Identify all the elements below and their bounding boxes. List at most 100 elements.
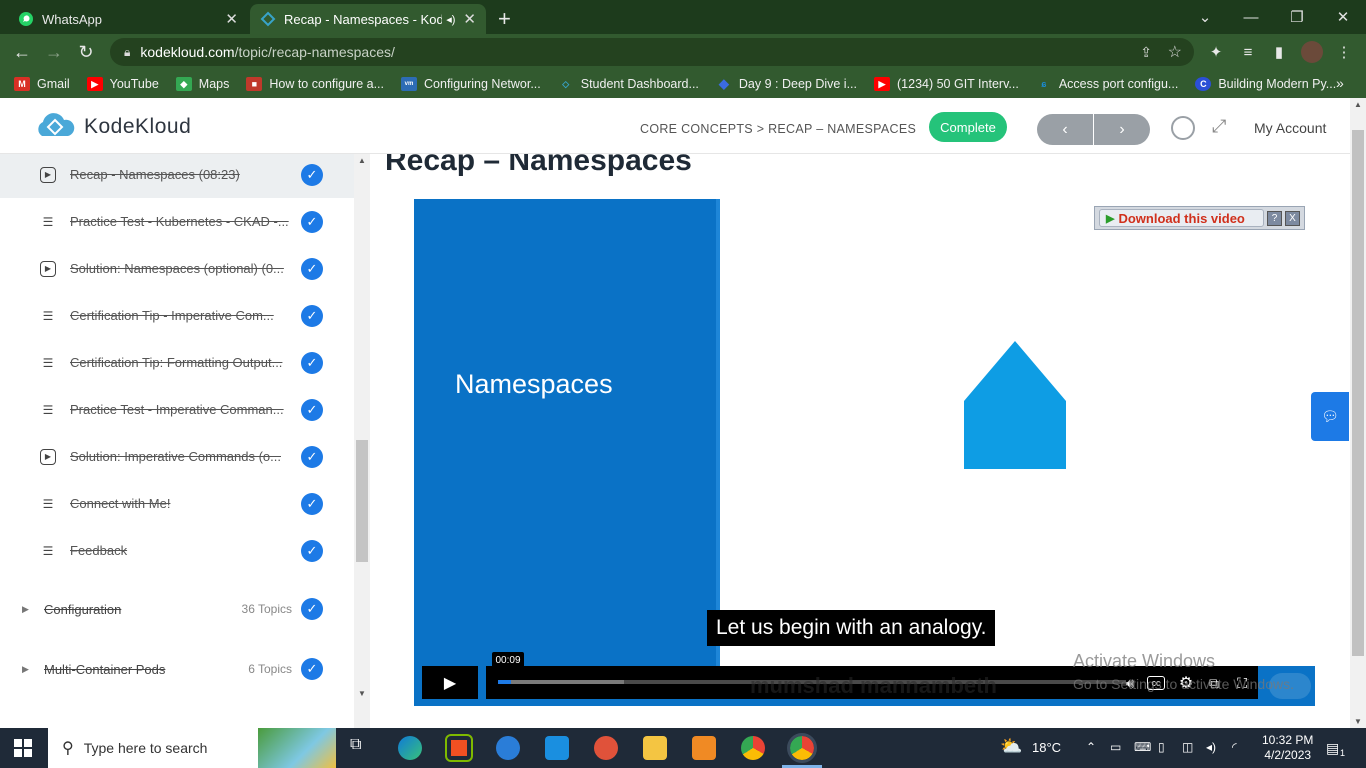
restore-button[interactable]: ❐ [1274,0,1320,34]
lesson-item[interactable]: ▶ Recap - Namespaces (08:23) ✓ [0,151,354,198]
clock[interactable]: 10:32 PM 4/2/2023 [1262,733,1313,763]
speaker-icon[interactable]: ◂) [446,13,455,26]
lesson-item[interactable]: ☰ Certification Tip: Formatting Output..… [0,339,354,386]
taskbar-search-box[interactable]: ⚲ Type here to search [48,728,336,768]
play-button[interactable]: ▶ [422,666,478,699]
media-control-icon[interactable]: ≡ [1234,38,1262,66]
battery-icon[interactable]: ▭ [1110,740,1121,754]
fullscreen-expand-icon[interactable]: ⤢ [1212,116,1226,137]
my-account-link[interactable]: My Account [1254,120,1326,136]
tab-search-icon[interactable]: ⌄ [1182,0,1228,34]
device-icon[interactable]: ▯ [1158,740,1165,754]
bookmarks-overflow-icon[interactable]: » [1336,75,1344,91]
text-lesson-icon: ☰ [42,308,54,323]
video-player[interactable]: Namespaces ▶ Download this video ? X Let … [414,199,1315,706]
lesson-title: Certification Tip - Imperative Com... [70,308,274,323]
bookmark-star-icon[interactable]: ☆ [1168,42,1182,62]
close-window-button[interactable]: ✕ [1320,0,1366,34]
microsoft-store-icon[interactable] [445,734,473,762]
windows-start-icon[interactable] [14,739,32,757]
text-lesson-icon: ☰ [42,543,54,558]
bookmark-item[interactable]: ◆ Maps [175,77,229,91]
kodekloud-logo[interactable]: KodeKloud [34,112,191,142]
close-tab-icon[interactable]: ✕ [463,10,476,28]
chat-feedback-button[interactable]: 💬︎ [1311,392,1349,441]
close-download-button[interactable]: X [1285,210,1300,226]
download-video-button[interactable]: ▶ Download this video [1099,209,1264,227]
chrome-menu-icon[interactable]: ⋮ [1330,38,1358,66]
chrome-active-icon[interactable] [787,733,817,763]
extensions-icon[interactable]: ✦ [1202,38,1230,66]
lesson-item[interactable]: ☰ Practice Test - Imperative Comman... ✓ [0,386,354,433]
lesson-title: Connect with Me! [70,496,171,511]
bookmark-item[interactable]: C Building Modern Py... [1195,77,1336,91]
expand-triangle-icon[interactable]: ▶ [22,604,29,615]
lock-icon[interactable]: 🔒︎ [124,45,130,60]
lesson-item[interactable]: ☰ Connect with Me! ✓ [0,480,354,527]
complete-button[interactable]: Complete [929,112,1007,142]
bookmark-item[interactable]: ■ How to configure a... [246,77,384,91]
lesson-item[interactable]: ▶ Solution: Imperative Commands (o... ✓ [0,433,354,480]
page-scroll-thumb[interactable] [1352,130,1364,656]
completed-check-icon: ✓ [301,398,323,421]
lesson-item[interactable]: ☰ Practice Test - Kubernetes - CKAD -...… [0,198,354,245]
forward-button[interactable]: → [40,38,68,66]
close-tab-icon[interactable]: ✕ [225,10,238,28]
bookmark-item[interactable]: ɕ Access port configu... [1036,77,1178,91]
profile-avatar[interactable] [1298,38,1326,66]
bookmark-item[interactable]: vm Configuring Networ... [401,77,541,91]
next-lesson-button[interactable]: › [1094,114,1150,145]
bookmark-item[interactable]: ▶ YouTube [86,77,159,91]
notification-center-icon[interactable]: ▤ [1326,740,1339,757]
weather-icon[interactable]: ⛅ [1000,736,1022,757]
app-icon[interactable] [496,736,520,760]
bookmark-item[interactable]: ◆ Day 9 : Deep Dive i... [716,76,857,91]
share-icon[interactable]: ⇪ [1140,44,1152,61]
scroll-up-icon[interactable]: ▲ [1354,100,1362,109]
bookmark-item[interactable]: ◇ Student Dashboard... [558,77,699,91]
new-tab-button[interactable]: + [498,6,511,32]
time-tooltip: 00:09 [492,652,524,669]
app-icon[interactable] [594,736,618,760]
lesson-title: Recap - Namespaces (08:23) [70,167,240,182]
file-explorer-icon[interactable] [643,736,667,760]
reload-button[interactable]: ↻ [72,38,100,66]
bookmark-item[interactable]: M Gmail [14,77,70,91]
bookmark-item[interactable]: ▶ (1234) 50 GIT Interv... [874,77,1019,91]
web-page: KodeKloud CORE CONCEPTS > RECAP – NAMESP… [0,98,1366,728]
edge-browser-icon[interactable] [398,736,422,760]
tab-recap-namespaces[interactable]: Recap - Namespaces - Kodel ◂) ✕ [250,4,486,34]
app-icon[interactable] [692,736,716,760]
bookmark-label: Building Modern Py... [1218,77,1337,91]
task-view-icon[interactable]: ⧉ [350,736,374,760]
search-placeholder: Type here to search [83,740,208,756]
sidebar-scroll-thumb[interactable] [356,440,368,562]
section-item-multi-container-pods[interactable]: ▶ Multi-Container Pods 6 Topics ✓ [0,644,354,694]
section-item-configuration[interactable]: ▶ Configuration 36 Topics ✓ [0,584,354,634]
scroll-down-icon[interactable]: ▼ [1354,717,1362,726]
side-panel-icon[interactable]: ▮ [1265,38,1293,66]
back-button[interactable]: ← [8,38,36,66]
scroll-down-icon[interactable]: ▼ [358,689,366,698]
network-icon[interactable]: ⌨ [1134,740,1151,754]
breadcrumb[interactable]: CORE CONCEPTS > RECAP – NAMESPACES [640,122,916,136]
minimize-button[interactable]: — [1228,0,1274,34]
camera-icon[interactable]: ◫ [1182,740,1193,754]
wifi-icon[interactable]: ◜ [1232,740,1237,754]
lesson-item[interactable]: ▶ Solution: Namespaces (optional) (0... … [0,245,354,292]
scroll-up-icon[interactable]: ▲ [358,156,366,165]
previous-lesson-button[interactable]: ‹ [1037,114,1093,145]
tab-whatsapp[interactable]: WhatsApp ✕ [8,4,248,34]
lesson-item[interactable]: ☰ Certification Tip - Imperative Com... … [0,292,354,339]
weather-temperature[interactable]: 18°C [1032,740,1061,755]
volume-icon[interactable]: ◂) [1206,740,1216,754]
dark-mode-toggle-icon[interactable] [1171,116,1195,140]
expand-triangle-icon[interactable]: ▶ [22,664,29,675]
show-hidden-icons[interactable]: ⌃ [1086,740,1096,754]
lesson-item[interactable]: ☰ Feedback ✓ [0,527,354,574]
mail-icon[interactable] [545,736,569,760]
chrome-icon[interactable] [741,736,765,760]
text-lesson-icon: ☰ [42,496,54,511]
help-button[interactable]: ? [1267,210,1282,226]
address-bar[interactable]: 🔒︎ kodekloud.com/topic/recap-namespaces/… [110,38,1194,66]
